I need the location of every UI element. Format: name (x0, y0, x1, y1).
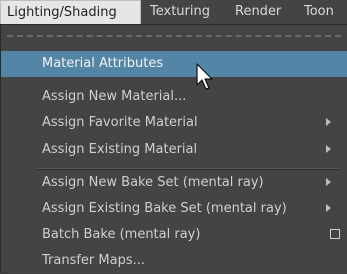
menu-item-material-attributes[interactable]: Material Attributes (1, 51, 347, 77)
mouse-cursor-icon (196, 63, 213, 90)
menu-item-label: Assign New Bake Set (mental ray) (42, 175, 264, 190)
menu-texturing[interactable]: Texturing (144, 0, 220, 24)
menu-lighting-shading[interactable]: Lighting/Shading (0, 0, 141, 24)
menu-item-label: Batch Bake (mental ray) (42, 227, 201, 242)
menu-item-assign-existing-material[interactable]: Assign Existing Material (1, 137, 347, 163)
menu-item-label: Transfer Maps... (42, 253, 146, 268)
menu-item-assign-new-material[interactable]: Assign New Material... (1, 84, 347, 110)
menu-item-batch-bake[interactable]: Batch Bake (mental ray) (1, 222, 347, 248)
menu-item-label: Material Attributes (42, 56, 164, 71)
menu-item-label: Assign Existing Material (42, 142, 198, 157)
submenu-arrow-icon (326, 204, 331, 212)
menu-item-assign-favorite-material[interactable]: Assign Favorite Material (1, 110, 347, 136)
lighting-shading-dropdown: Material Attributes Assign New Material.… (0, 25, 347, 273)
menu-render[interactable]: Render (229, 0, 291, 24)
submenu-arrow-icon (326, 178, 331, 186)
menu-item-transfer-maps[interactable]: Transfer Maps... (1, 248, 347, 274)
option-box-icon[interactable] (330, 229, 340, 239)
menu-item-label: Assign Existing Bake Set (mental ray) (42, 201, 287, 216)
tear-off-bar[interactable] (7, 35, 341, 37)
menu-bar: Lighting/Shading Texturing Render Toon (0, 0, 347, 25)
menu-toon[interactable]: Toon (298, 0, 347, 24)
menu-item-label: Assign New Material... (42, 89, 187, 104)
menu-item-assign-new-bake-set[interactable]: Assign New Bake Set (mental ray) (1, 170, 347, 196)
submenu-arrow-icon (326, 145, 331, 153)
submenu-arrow-icon (326, 118, 331, 126)
menu-item-label: Assign Favorite Material (42, 115, 198, 130)
menu-item-assign-existing-bake-set[interactable]: Assign Existing Bake Set (mental ray) (1, 196, 347, 222)
